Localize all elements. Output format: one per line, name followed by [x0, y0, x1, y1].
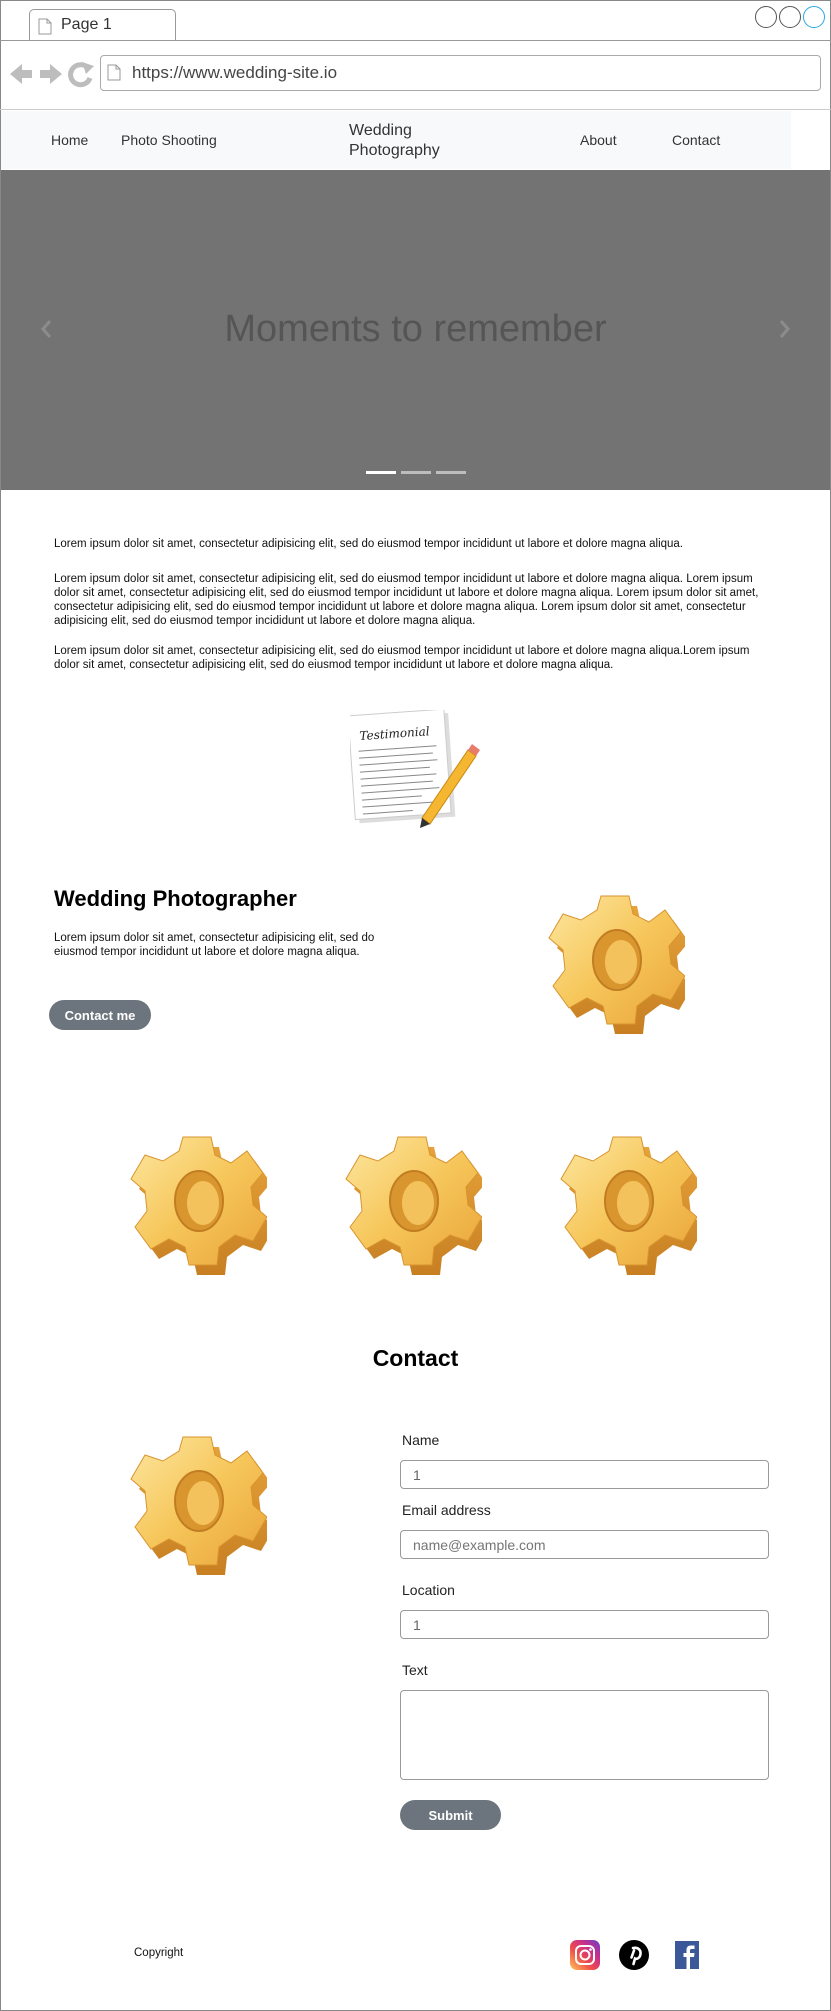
gear-icon: [545, 876, 685, 1036]
hero-carousel: Moments to remember: [1, 170, 830, 490]
url-text: https://www.wedding-site.io: [132, 63, 338, 82]
address-bar[interactable]: https://www.wedding-site.io: [100, 55, 821, 91]
intro-paragraph-3: Lorem ipsum dolor sit amet, consectetur …: [54, 645, 750, 671]
facebook-icon[interactable]: [673, 1940, 703, 1970]
intro-paragraph-2: Lorem ipsum dolor sit amet, consectetur …: [54, 573, 759, 627]
nav-home[interactable]: Home: [51, 132, 88, 148]
site-navbar: Home Photo Shooting Wedding Photography …: [1, 111, 791, 169]
submit-button[interactable]: Submit: [400, 1800, 501, 1830]
back-arrow-icon[interactable]: [10, 64, 32, 84]
tab-strip-line: [0, 40, 831, 41]
nav-contact[interactable]: Contact: [672, 132, 720, 148]
browser-nav-buttons: [10, 60, 95, 93]
page-icon: [38, 18, 52, 35]
text-label: Text: [402, 1662, 428, 1678]
gear-icon: [127, 1117, 267, 1277]
brand-line-1: Wedding: [349, 122, 412, 139]
contact-me-button[interactable]: Contact me: [49, 1000, 151, 1030]
nav-brand[interactable]: Wedding Photography: [349, 121, 440, 161]
name-label: Name: [402, 1432, 440, 1448]
close-button[interactable]: [803, 6, 825, 28]
browser-tab[interactable]: Page 1: [29, 9, 176, 41]
brand-line-2: Photography: [349, 142, 440, 159]
forward-arrow-icon[interactable]: [40, 64, 62, 84]
gear-icon: [127, 1417, 267, 1577]
instagram-icon[interactable]: [570, 1940, 600, 1970]
name-field[interactable]: [400, 1460, 769, 1489]
carousel-next-icon[interactable]: [778, 318, 792, 340]
gear-icon: [342, 1117, 482, 1277]
testimonial-image: Testimonial: [350, 710, 480, 828]
minimize-button[interactable]: [755, 6, 777, 28]
page-icon: [107, 64, 121, 81]
location-field[interactable]: [400, 1610, 769, 1639]
nav-about[interactable]: About: [580, 132, 617, 148]
tab-title: Page 1: [61, 16, 112, 33]
email-label: Email address: [402, 1502, 491, 1518]
location-label: Location: [402, 1582, 455, 1598]
maximize-button[interactable]: [779, 6, 801, 28]
carousel-indicator-2[interactable]: [401, 471, 431, 474]
chrome-divider: [0, 109, 831, 110]
carousel-indicator-1[interactable]: [366, 471, 396, 474]
hero-title: Moments to remember: [224, 308, 607, 350]
nav-photo-shooting[interactable]: Photo Shooting: [121, 132, 217, 148]
email-field[interactable]: [400, 1530, 769, 1559]
photographer-title: Wedding Photographer: [54, 886, 297, 911]
copyright-text: Copyright: [134, 1947, 184, 1959]
gear-icon: [557, 1117, 697, 1277]
carousel-indicator-3[interactable]: [436, 471, 466, 474]
intro-paragraph-1: Lorem ipsum dolor sit amet, consectetur …: [54, 538, 684, 550]
contact-title: Contact: [372, 1345, 459, 1371]
pinterest-icon[interactable]: [619, 1940, 649, 1970]
message-textarea[interactable]: [400, 1690, 769, 1780]
reload-icon[interactable]: [68, 62, 94, 88]
photographer-text: Lorem ipsum dolor sit amet, consectetur …: [54, 932, 375, 958]
